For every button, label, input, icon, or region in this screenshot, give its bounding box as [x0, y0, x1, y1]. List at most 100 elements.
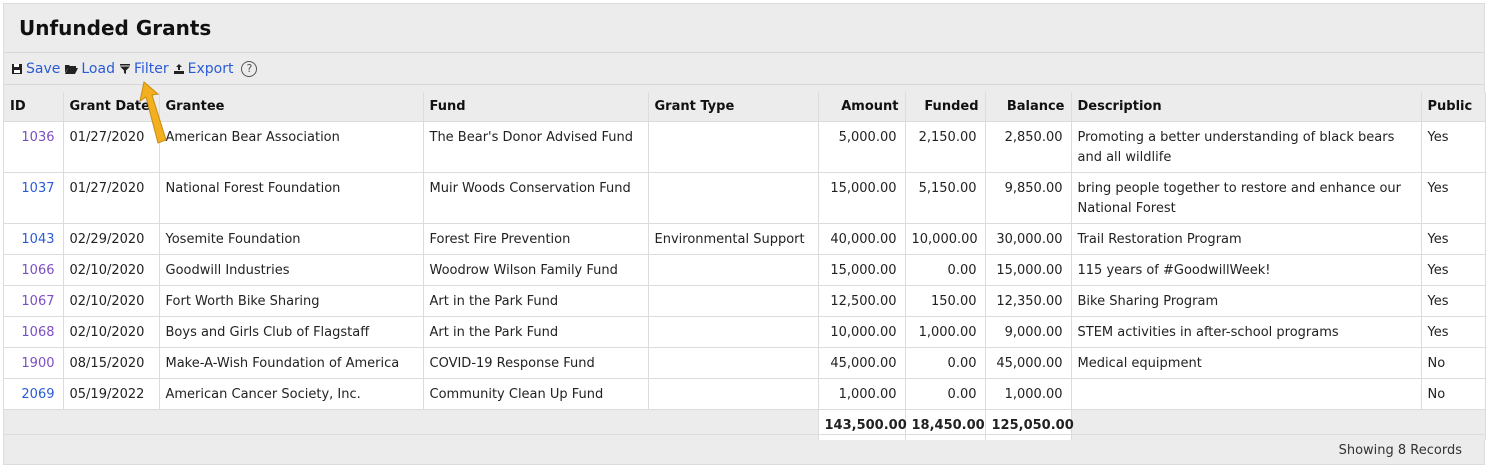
grant-date-cell: 05/19/2022 [63, 378, 160, 410]
divider [4, 52, 1484, 53]
funnel-icon [119, 64, 130, 74]
grantee-cell: Yosemite Foundation [159, 223, 424, 255]
grant-type-cell [648, 316, 819, 348]
grant-type-cell [648, 121, 819, 173]
table-row[interactable]: 1036 01/27/2020 American Bear Associatio… [4, 121, 1486, 173]
table-row[interactable]: 1037 01/27/2020 National Forest Foundati… [4, 172, 1486, 224]
funded-cell: 0.00 [905, 254, 986, 286]
grant-type-cell [648, 378, 819, 410]
export-button[interactable]: Export [173, 61, 234, 77]
balance-cell: 9,000.00 [985, 316, 1072, 348]
balance-cell: 9,850.00 [985, 172, 1072, 224]
column-header-grant-type[interactable]: Grant Type [648, 92, 819, 122]
public-cell: Yes [1421, 121, 1486, 173]
amount-cell: 10,000.00 [818, 316, 906, 348]
column-header-id[interactable]: ID [4, 92, 64, 122]
load-button[interactable]: Load [64, 61, 115, 77]
page-title: Unfunded Grants [19, 16, 212, 40]
fund-cell: Art in the Park Fund [423, 316, 649, 348]
grant-date-cell: 02/10/2020 [63, 254, 160, 286]
grant-type-cell [648, 285, 819, 317]
table-row[interactable]: 1043 02/29/2020 Yosemite Foundation Fore… [4, 223, 1486, 255]
grant-date-cell: 02/10/2020 [63, 316, 160, 348]
balance-cell: 1,000.00 [985, 378, 1072, 410]
column-header-fund[interactable]: Fund [423, 92, 649, 122]
filter-button[interactable]: Filter [119, 61, 169, 77]
description-cell: STEM activities in after-school programs [1071, 316, 1422, 348]
grant-id-link[interactable]: 1037 [21, 181, 54, 196]
grantee-cell: American Cancer Society, Inc. [159, 378, 424, 410]
grant-id-link[interactable]: 1066 [21, 263, 54, 278]
table-row[interactable]: 1067 02/10/2020 Fort Worth Bike Sharing … [4, 285, 1486, 317]
amount-cell: 40,000.00 [818, 223, 906, 255]
grant-id-link[interactable]: 1067 [21, 294, 54, 309]
balance-cell: 45,000.00 [985, 347, 1072, 379]
grants-panel: Unfunded Grants Save Load Filter Export … [3, 3, 1486, 465]
column-header-amount[interactable]: Amount [818, 92, 906, 122]
column-header-funded[interactable]: Funded [905, 92, 986, 122]
grant-id-link[interactable]: 1900 [21, 356, 54, 371]
save-button[interactable]: Save [11, 61, 60, 77]
help-icon[interactable]: ? [241, 61, 258, 77]
grant-id-link[interactable]: 1036 [21, 130, 54, 145]
description-cell: Bike Sharing Program [1071, 285, 1422, 317]
funded-cell: 2,150.00 [905, 121, 986, 173]
record-count: Showing 8 Records [1338, 443, 1462, 458]
column-header-grantee[interactable]: Grantee [159, 92, 424, 122]
description-cell: Promoting a better understanding of blac… [1071, 121, 1422, 173]
table-row[interactable]: 1900 08/15/2020 Make-A-Wish Foundation o… [4, 347, 1486, 379]
toolbar: Save Load Filter Export ? [11, 58, 258, 80]
grant-id-link[interactable]: 2069 [21, 387, 54, 402]
column-header-description[interactable]: Description [1071, 92, 1422, 122]
funded-cell: 0.00 [905, 347, 986, 379]
grantee-cell: Boys and Girls Club of Flagstaff [159, 316, 424, 348]
amount-cell: 1,000.00 [818, 378, 906, 410]
grant-id-link[interactable]: 1068 [21, 325, 54, 340]
grant-type-cell [648, 347, 819, 379]
grantee-cell: American Bear Association [159, 121, 424, 173]
public-cell: No [1421, 378, 1486, 410]
public-cell: Yes [1421, 223, 1486, 255]
public-cell: Yes [1421, 285, 1486, 317]
amount-cell: 15,000.00 [818, 254, 906, 286]
divider [4, 84, 1484, 85]
table-row[interactable]: 2069 05/19/2022 American Cancer Society,… [4, 378, 1486, 410]
grant-type-cell [648, 172, 819, 224]
load-label: Load [81, 61, 115, 77]
funded-cell: 150.00 [905, 285, 986, 317]
funded-cell: 5,150.00 [905, 172, 986, 224]
funded-cell: 10,000.00 [905, 223, 986, 255]
table-row[interactable]: 1066 02/10/2020 Goodwill Industries Wood… [4, 254, 1486, 286]
amount-cell: 12,500.00 [818, 285, 906, 317]
funded-cell: 1,000.00 [905, 316, 986, 348]
amount-cell: 15,000.00 [818, 172, 906, 224]
grant-date-cell: 02/29/2020 [63, 223, 160, 255]
column-header-public[interactable]: Public [1421, 92, 1486, 122]
description-cell [1071, 378, 1422, 410]
folder-open-icon [65, 65, 79, 74]
filter-label: Filter [133, 61, 169, 77]
fund-cell: Forest Fire Prevention [423, 223, 649, 255]
amount-cell: 5,000.00 [818, 121, 906, 173]
fund-cell: Community Clean Up Fund [423, 378, 649, 410]
grantee-cell: Make-A-Wish Foundation of America [159, 347, 424, 379]
description-cell: Medical equipment [1071, 347, 1422, 379]
grantee-cell: National Forest Foundation [159, 172, 424, 224]
grant-type-cell [648, 254, 819, 286]
grant-date-cell: 08/15/2020 [63, 347, 160, 379]
export-label: Export [187, 61, 234, 77]
pointer-arrow-icon [139, 81, 167, 144]
grant-id-link[interactable]: 1043 [21, 232, 54, 247]
save-label: Save [26, 61, 61, 77]
grantee-cell: Goodwill Industries [159, 254, 424, 286]
public-cell: Yes [1421, 172, 1486, 224]
table-row[interactable]: 1068 02/10/2020 Boys and Girls Club of F… [4, 316, 1486, 348]
public-cell: Yes [1421, 316, 1486, 348]
balance-cell: 2,850.00 [985, 121, 1072, 173]
grant-type-cell: Environmental Support [648, 223, 819, 255]
column-header-balance[interactable]: Balance [985, 92, 1072, 122]
balance-cell: 15,000.00 [985, 254, 1072, 286]
grant-date-cell: 01/27/2020 [63, 172, 160, 224]
public-cell: Yes [1421, 254, 1486, 286]
description-cell: 115 years of #GoodwillWeek! [1071, 254, 1422, 286]
